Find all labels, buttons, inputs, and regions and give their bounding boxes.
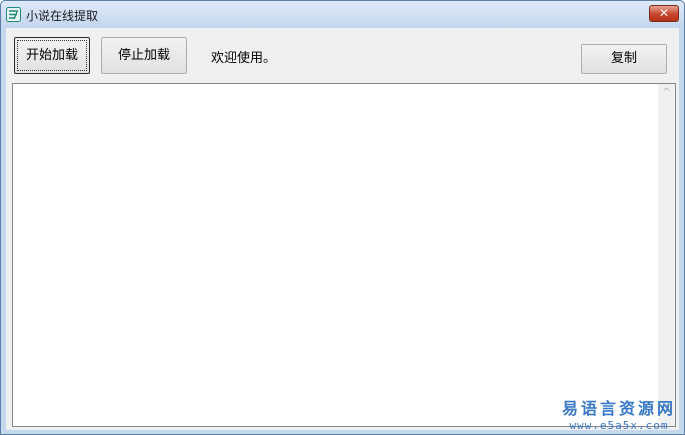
close-icon: ✕ <box>658 6 670 20</box>
watermark-title: 易语言资源网 <box>561 399 676 418</box>
watermark-logo: 易语言资源网 www.e5a5x.com <box>562 395 676 432</box>
start-loading-label: 开始加载 <box>25 48 78 63</box>
vertical-scrollbar[interactable]: ^ <box>658 84 675 426</box>
stop-loading-button[interactable]: 停止加载 <box>101 37 187 74</box>
scroll-up-arrow-icon[interactable]: ^ <box>658 84 675 101</box>
app-window: 小说在线提取 ✕ 开始加载 停止加载 欢迎使用。 复制 ^ 易语言资源网 www… <box>0 0 685 435</box>
app-icon <box>6 7 21 22</box>
window-title: 小说在线提取 <box>26 9 99 23</box>
client-area: 开始加载 停止加载 欢迎使用。 复制 ^ <box>6 28 679 430</box>
close-button[interactable]: ✕ <box>649 5 679 22</box>
watermark-url: www.e5a5x.com <box>569 419 669 432</box>
stop-loading-label: 停止加载 <box>117 48 170 63</box>
content-textbox[interactable]: ^ <box>12 83 676 427</box>
copy-label: 复制 <box>610 51 637 66</box>
copy-button[interactable]: 复制 <box>581 44 667 74</box>
start-loading-button[interactable]: 开始加载 <box>14 37 90 74</box>
title-bar[interactable]: 小说在线提取 ✕ <box>1 1 684 28</box>
status-label: 欢迎使用。 <box>211 51 277 66</box>
